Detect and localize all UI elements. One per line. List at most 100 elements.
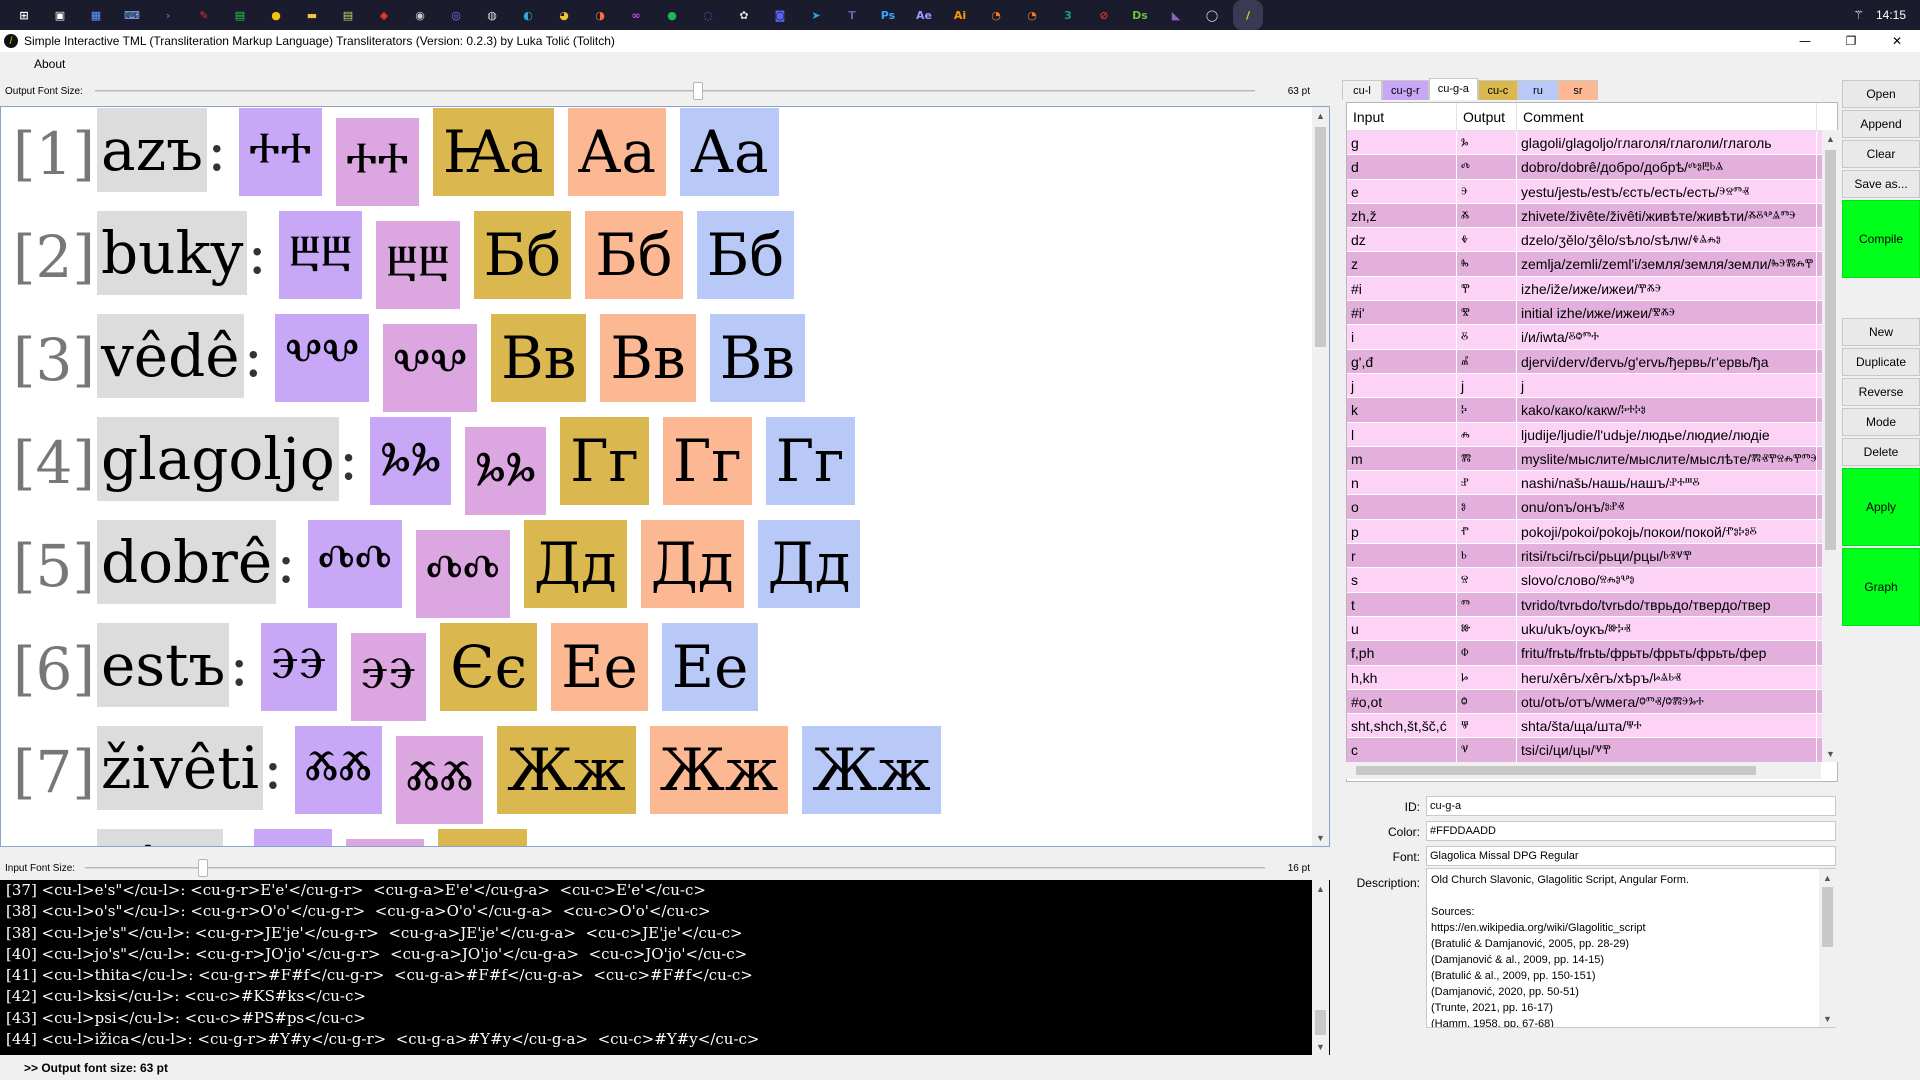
output-cell[interactable]: ⰼ	[1457, 349, 1517, 373]
output-cell[interactable]: ⰽ	[1457, 398, 1517, 422]
teams-icon[interactable]: T	[842, 5, 862, 25]
app-3-icon[interactable]: 3	[1058, 5, 1078, 25]
obs-icon[interactable]: ◍	[482, 5, 502, 25]
comment-cell[interactable]: ljudije/ljudie/l'udьje/людье/людие/людіе	[1517, 422, 1817, 446]
comment-cell[interactable]: fritu/frьtь/frьtь/фрьть/фрьть/фрьть/фер	[1517, 641, 1817, 665]
output-cell[interactable]: ⰳ	[1457, 131, 1517, 155]
output-cell[interactable]: ⰾ	[1457, 422, 1517, 446]
comment-cell[interactable]: heru/xêrъ/xêrъ/хѣръ/ⱈⱑⱃⱏ	[1517, 665, 1817, 689]
app-icon[interactable]: ∞	[626, 5, 646, 25]
font-field[interactable]: Glagolica Missal DPG Regular	[1426, 846, 1836, 866]
scroll-down-icon[interactable]: ▼	[1312, 829, 1329, 846]
output-cell[interactable]: ⱁ	[1457, 495, 1517, 519]
input-cell[interactable]: d	[1347, 155, 1457, 179]
input-cell[interactable]: zh,ž	[1347, 203, 1457, 228]
table-row[interactable]: n ⱀ nashi/našь/нашь/нашъ/ⱀⰰⱎⰻ	[1347, 471, 1837, 496]
input-cell[interactable]: z	[1347, 252, 1457, 276]
blender-icon[interactable]: ◔	[986, 5, 1006, 25]
comment-cell[interactable]: zhivete/živête/živêti/живѣте/живѣти/ⰶⰻⰲⱑ…	[1517, 203, 1817, 228]
input-cell[interactable]: c	[1347, 738, 1457, 762]
comment-cell[interactable]: shta/šta/ща/шта/ⱋⰰ	[1517, 714, 1817, 738]
description-field[interactable]: Old Church Slavonic, Glagolitic Script, …	[1426, 868, 1836, 1028]
minimize-button[interactable]: —	[1782, 30, 1828, 52]
task-view-icon[interactable]: ▣	[50, 5, 70, 25]
input-cell[interactable]: m	[1347, 446, 1457, 471]
table-scrollbar[interactable]: ▲ ▼	[1822, 130, 1839, 762]
input-cell[interactable]: f,ph	[1347, 641, 1457, 665]
after-effects-icon[interactable]: Ae	[914, 5, 934, 25]
graph-button[interactable]: Graph	[1842, 548, 1920, 626]
comment-cell[interactable]: nashi/našь/нашь/нашъ/ⱀⰰⱎⰻ	[1517, 471, 1817, 495]
comment-cell[interactable]: djervi/derv/đervь/g'ervь/ђервь/г'ервь/ђа	[1517, 349, 1817, 373]
input-cell[interactable]: t	[1347, 592, 1457, 616]
input-cell[interactable]: dz	[1347, 228, 1457, 252]
media-icon[interactable]: ◆	[374, 5, 394, 25]
table-row[interactable]: z ⰸ zemlja/zemli/zeml'i/земля/земля/земли/…	[1347, 252, 1837, 277]
comment-cell[interactable]: i/и/iwta/ⰻⱉⱅⰰ	[1517, 325, 1817, 349]
table-row[interactable]: s ⱄ slovo/слово/ⱄⰾⱁⰲⱁ	[1347, 568, 1837, 593]
tab-cu-l[interactable]: cu-l	[1342, 80, 1382, 100]
mapping-table[interactable]: Input Output Comment g ⰳ glagoli/glagoljo/…	[1346, 102, 1838, 782]
input-cell[interactable]: k	[1347, 398, 1457, 422]
table-row[interactable]: p ⱂ pokoji/pokoi/pokojь/покои/покой/ⱂⱁⰽⱁⰻ	[1347, 519, 1837, 545]
input-cell[interactable]: r	[1347, 544, 1457, 568]
table-row[interactable]: sht,shch,št,šč,ć ⱋ shta/šta/ща/шта/ⱋⰰ	[1347, 714, 1837, 739]
output-cell[interactable]: j	[1457, 373, 1517, 398]
comment-cell[interactable]: j	[1517, 373, 1817, 398]
input-font-size-slider[interactable]	[198, 859, 208, 877]
comment-cell[interactable]: myslite/мыслите/мыслите/мыслѣте/ⰿⱏⰹⱄⰾⰹⱅⰵ	[1517, 446, 1817, 471]
tml-app-icon[interactable]: /	[1238, 5, 1258, 25]
comment-cell[interactable]: uku/ukъ/оукъ/ⱆⰽⱏ	[1517, 616, 1817, 641]
tab-cu-g-a[interactable]: cu-g-a	[1428, 78, 1478, 100]
chrome-icon[interactable]: ◕	[554, 5, 574, 25]
color-field[interactable]: #FFDDAADD	[1426, 821, 1836, 841]
comment-cell[interactable]: otu/otъ/отъ/wмега/ⱉⱅⱏ/ⱉⰿⰵⰳⰰ	[1517, 689, 1817, 714]
output-cell[interactable]: ⱅ	[1457, 592, 1517, 616]
table-row[interactable]: m ⰿ myslite/мыслите/мыслите/мыслѣте/ⰿⱏⰹⱄⰾⰹ…	[1347, 446, 1837, 472]
tab-cu-g-r[interactable]: cu-g-r	[1382, 80, 1429, 100]
output-scrollbar[interactable]: ▲ ▼	[1312, 107, 1329, 846]
terminal-icon[interactable]: ▤	[230, 5, 250, 25]
column-header-comment[interactable]: Comment	[1517, 103, 1817, 130]
comment-cell[interactable]: initial izhe/иже/ижеи/ⰺⰶⰵ	[1517, 301, 1817, 325]
table-row[interactable]: c ⱌ tsi/ci/ци/цы/ⱌⰹ	[1347, 738, 1837, 763]
description-scrollbar[interactable]: ▲ ▼	[1819, 869, 1836, 1027]
comment-cell[interactable]: tvrido/tvrьdo/tvrьdo/тврьдо/твердо/твер	[1517, 592, 1817, 616]
table-row[interactable]: zh,ž ⰶ zhivete/živête/živêti/живѣте/живѣти…	[1347, 203, 1837, 229]
powershell-icon[interactable]: ›	[158, 5, 178, 25]
column-header-input[interactable]: Input	[1347, 103, 1457, 130]
table-row[interactable]: o ⱁ onu/onъ/онъ/ⱁⱀⱏ	[1347, 495, 1837, 520]
scroll-down-icon[interactable]: ▼	[1819, 1010, 1836, 1027]
comment-cell[interactable]: yestu/jestь/estъ/єсть/есть/есть/ⰵⱄⱅⱏ	[1517, 179, 1817, 203]
output-cell[interactable]: ⰻ	[1457, 325, 1517, 349]
firefox-icon[interactable]: ◑	[590, 5, 610, 25]
input-scroll-thumb[interactable]	[1315, 1010, 1326, 1035]
apply-button[interactable]: Apply	[1842, 468, 1920, 546]
output-cell[interactable]: ⱈ	[1457, 665, 1517, 689]
delete-button[interactable]: Delete	[1842, 438, 1920, 466]
scroll-down-icon[interactable]: ▼	[1822, 745, 1839, 762]
tab-sr[interactable]: sr	[1557, 80, 1598, 100]
output-cell[interactable]: ⱄ	[1457, 568, 1517, 592]
close-button[interactable]: ✕	[1874, 30, 1920, 52]
input-cell[interactable]: #i'	[1347, 301, 1457, 325]
camera-icon[interactable]: ◉	[410, 5, 430, 25]
input-cell[interactable]: n	[1347, 471, 1457, 495]
spotify-icon[interactable]: ●	[662, 5, 682, 25]
output-cell[interactable]: ⰸ	[1457, 252, 1517, 276]
description-scroll-thumb[interactable]	[1822, 887, 1833, 947]
scroll-up-icon[interactable]: ▲	[1312, 880, 1329, 897]
output-cell[interactable]: ⱉ	[1457, 689, 1517, 714]
table-row[interactable]: t ⱅ tvrido/tvrьdo/tvrьdo/тврьдо/твердо/тве…	[1347, 592, 1837, 617]
reverse-button[interactable]: Reverse	[1842, 378, 1920, 406]
output-cell[interactable]: ⱀ	[1457, 471, 1517, 495]
edge-icon[interactable]: ◐	[518, 5, 538, 25]
input-cell[interactable]: #i	[1347, 276, 1457, 301]
table-row[interactable]: u ⱆ uku/ukъ/оукъ/ⱆⰽⱏ	[1347, 616, 1837, 642]
output-scroll-thumb[interactable]	[1315, 127, 1326, 347]
calculator-icon[interactable]: ▦	[86, 5, 106, 25]
column-header-output[interactable]: Output	[1457, 103, 1517, 130]
tab-ru[interactable]: ru	[1517, 80, 1558, 100]
table-row[interactable]: h,kh ⱈ heru/xêrъ/xêrъ/хѣръ/ⱈⱑⱃⱏ	[1347, 665, 1837, 690]
menu-about[interactable]: About	[0, 57, 75, 71]
